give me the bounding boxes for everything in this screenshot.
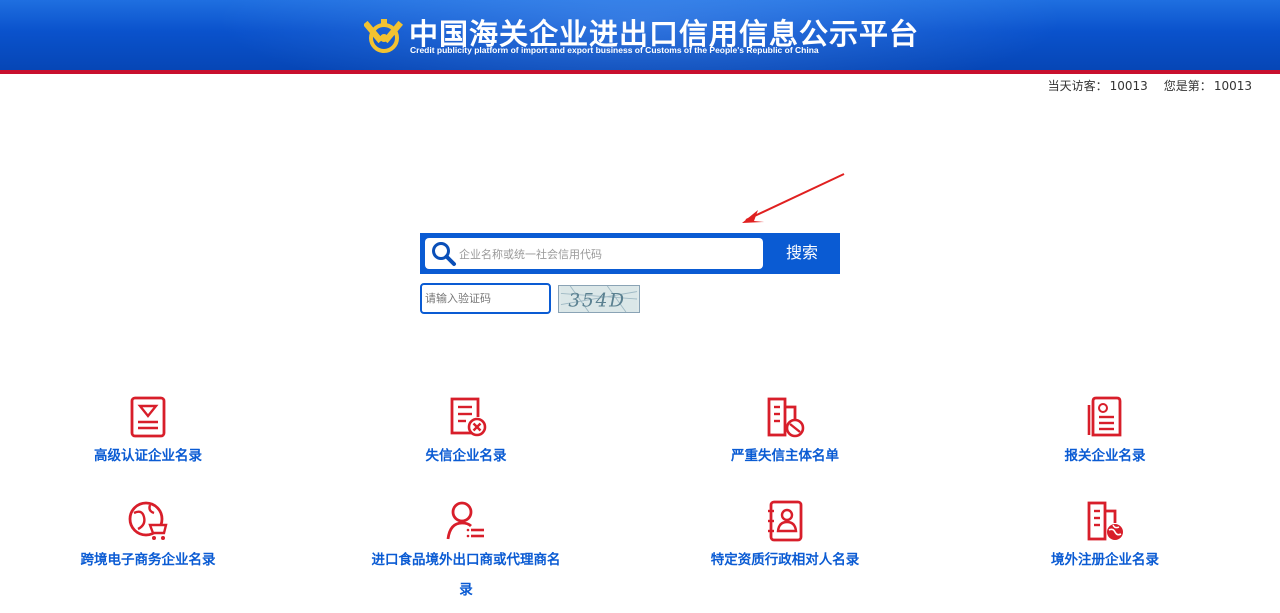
category-customs-brokers[interactable]: 报关企业名录 (1005, 395, 1205, 471)
captcha-text: 354D (568, 290, 626, 311)
header-banner: 中国海关企业进出口信用信息公示平台 Credit publicity platf… (0, 0, 1280, 70)
customs-emblem-icon (364, 19, 404, 53)
document-cross-icon (450, 397, 487, 437)
annotation-arrow-icon (742, 173, 845, 223)
building-globe-icon (1087, 501, 1123, 541)
header-divider (0, 70, 1280, 74)
category-cross-border-ecommerce[interactable]: 跨境电子商务企业名录 (48, 499, 248, 575)
category-serious-dishonest[interactable]: 严重失信主体名单 (685, 395, 885, 471)
visitor-number-value: 10013 (1213, 79, 1252, 93)
contact-card-icon (768, 500, 803, 542)
category-dishonest[interactable]: 失信企业名录 (366, 395, 566, 471)
visitor-counter: 当天访客： 10013 您是第： 10013 (1046, 77, 1252, 94)
category-label: 失信企业名录 (425, 448, 507, 464)
site-logo[interactable]: 中国海关企业进出口信用信息公示平台 Credit publicity platf… (364, 12, 918, 62)
category-label: 高级认证企业名录 (94, 448, 202, 464)
captcha-input[interactable] (420, 283, 551, 314)
category-label: 严重失信主体名单 (731, 448, 839, 464)
category-overseas-registered[interactable]: 境外注册企业名录 (1005, 499, 1205, 575)
person-list-icon (446, 501, 484, 540)
globe-cart-icon (128, 501, 168, 540)
search-bar: 搜索 (420, 233, 840, 274)
category-advanced-certified[interactable]: 高级认证企业名录 (48, 395, 248, 471)
category-label: 境外注册企业名录 (1051, 552, 1159, 568)
search-icon (432, 242, 456, 266)
category-imported-food-exporters[interactable]: 进口食品境外出口商或代理商名录 (366, 499, 566, 605)
search-button[interactable]: 搜索 (764, 233, 840, 274)
visitor-number-label: 您是第： (1163, 79, 1212, 93)
category-special-qualification[interactable]: 特定资质行政相对人名录 (685, 499, 885, 575)
certificate-icon (130, 396, 166, 438)
category-label: 特定资质行政相对人名录 (710, 552, 860, 568)
category-label: 跨境电子商务企业名录 (80, 552, 216, 568)
visitor-today-value: 10013 (1109, 79, 1148, 93)
site-subtitle: Credit publicity platform of import and … (410, 45, 819, 55)
visitor-today-label: 当天访客： (1047, 79, 1108, 93)
search-field (425, 238, 763, 271)
category-label: 进口食品境外出口商或代理商名录 (371, 552, 561, 598)
category-label: 报关企业名录 (1064, 448, 1146, 464)
search-input[interactable] (457, 238, 761, 271)
captcha-image[interactable]: 354D (558, 285, 640, 313)
building-prohibited-icon (767, 397, 805, 438)
customs-document-icon (1087, 396, 1122, 437)
